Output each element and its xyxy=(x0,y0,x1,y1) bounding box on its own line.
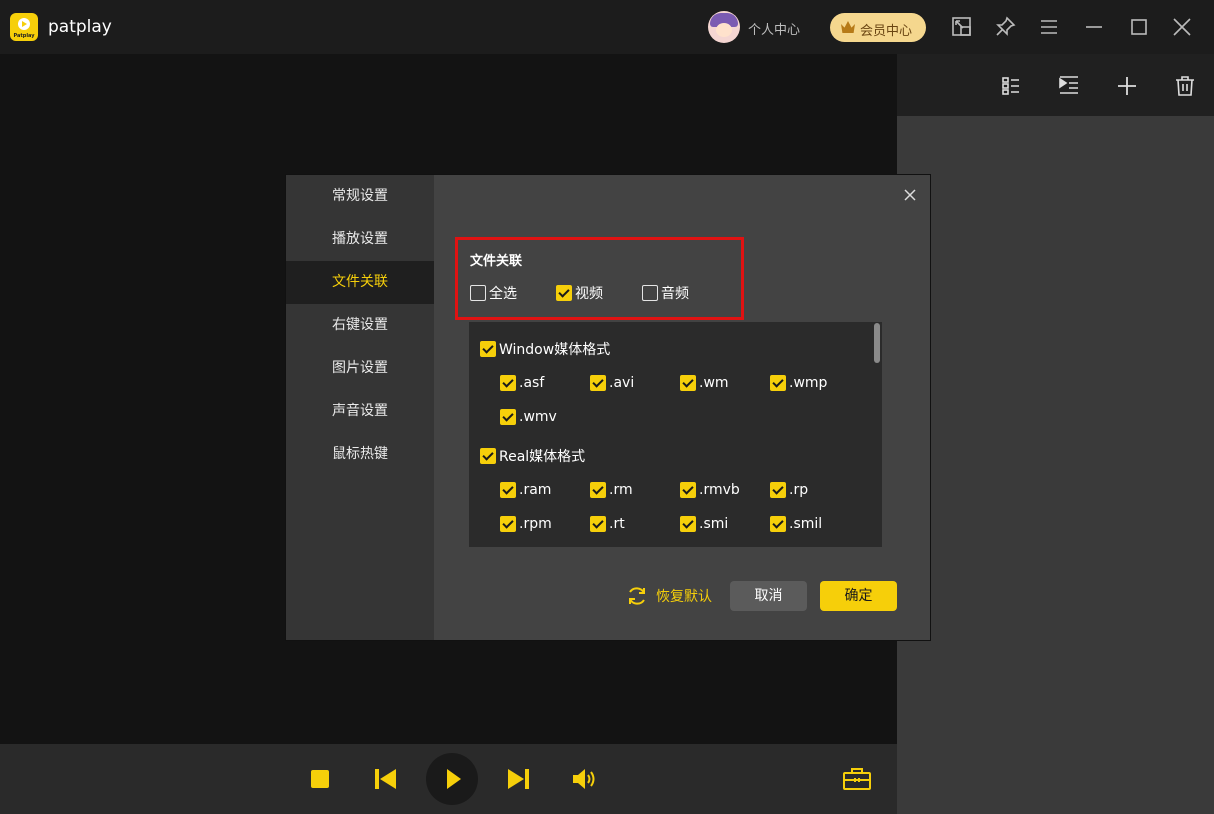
app-logo: Patplay xyxy=(10,13,38,41)
avatar[interactable] xyxy=(708,11,740,43)
previous-icon[interactable] xyxy=(375,769,396,789)
app-window: Patplay patplay 个人中心 会员中心 常规设置 播放设置 文件关联… xyxy=(0,0,1214,814)
audio-checkbox[interactable]: 音频 xyxy=(642,284,689,302)
group-label: Window媒体格式 xyxy=(499,342,611,358)
title-bar: Patplay patplay 个人中心 会员中心 xyxy=(0,0,1214,54)
format-checkbox[interactable]: .wmp xyxy=(770,374,827,392)
control-bar xyxy=(0,744,897,814)
add-icon[interactable] xyxy=(1115,74,1139,98)
format-checkbox[interactable]: .wmv xyxy=(500,408,557,426)
settings-nav: 常规设置 播放设置 文件关联 右键设置 图片设置 声音设置 鼠标热键 xyxy=(286,175,434,640)
playlist-toolbar xyxy=(897,54,1214,116)
checkbox-box xyxy=(642,285,658,301)
format-checkbox[interactable]: .wm xyxy=(680,374,729,392)
format-checkbox[interactable]: .rmvb xyxy=(680,481,740,499)
group-checkbox-real-media[interactable]: Real媒体格式 xyxy=(480,447,585,465)
format-label: .ram xyxy=(519,482,552,498)
checkbox-label: 音频 xyxy=(661,286,689,302)
mini-mode-icon[interactable] xyxy=(950,15,974,39)
list-view-icon[interactable] xyxy=(999,74,1023,98)
minimize-icon[interactable] xyxy=(1082,15,1106,39)
refresh-icon xyxy=(629,587,645,605)
user-center-link[interactable]: 个人中心 xyxy=(748,19,800,38)
play-order-icon[interactable] xyxy=(1057,74,1081,98)
restore-default-button[interactable]: 恢复默认 xyxy=(626,585,712,607)
format-checkbox[interactable]: .smil xyxy=(770,515,822,533)
delete-icon[interactable] xyxy=(1173,74,1197,98)
next-icon[interactable] xyxy=(508,769,529,789)
nav-item-context-menu[interactable]: 右键设置 xyxy=(286,304,434,347)
format-label: .wm xyxy=(699,375,729,391)
checkbox-label: 全选 xyxy=(489,286,517,302)
vip-center-button[interactable]: 会员中心 xyxy=(830,13,926,42)
format-checkbox[interactable]: .asf xyxy=(500,374,544,392)
play-icon xyxy=(447,769,461,789)
scrollbar[interactable] xyxy=(874,323,880,363)
checkbox-label: 视频 xyxy=(575,286,603,302)
format-list[interactable]: Window媒体格式 .asf .avi .wm .wmp .wmv Real媒… xyxy=(469,322,882,547)
volume-icon[interactable] xyxy=(573,768,597,790)
format-checkbox[interactable]: .rt xyxy=(590,515,625,533)
nav-item-audio[interactable]: 声音设置 xyxy=(286,390,434,433)
logo-sub-label: Patplay xyxy=(13,33,35,39)
restore-default-label: 恢复默认 xyxy=(656,589,712,605)
ok-button[interactable]: 确定 xyxy=(820,581,897,611)
vip-center-label: 会员中心 xyxy=(860,24,913,39)
format-checkbox[interactable]: .rpm xyxy=(500,515,552,533)
nav-item-hotkeys[interactable]: 鼠标热键 xyxy=(286,433,434,476)
playlist-panel xyxy=(897,54,1214,814)
format-checkbox[interactable]: .avi xyxy=(590,374,634,392)
format-label: .smi xyxy=(699,516,729,532)
format-checkbox[interactable]: .smi xyxy=(680,515,728,533)
nav-item-image[interactable]: 图片设置 xyxy=(286,347,434,390)
format-label: .rpm xyxy=(519,516,552,532)
nav-item-playback[interactable]: 播放设置 xyxy=(286,218,434,261)
cancel-button[interactable]: 取消 xyxy=(730,581,807,611)
format-checkbox[interactable]: .ram xyxy=(500,481,551,499)
toolbox-icon[interactable] xyxy=(843,768,871,790)
format-label: .wmp xyxy=(789,375,828,391)
settings-dialog: 常规设置 播放设置 文件关联 右键设置 图片设置 声音设置 鼠标热键 文件关联 … xyxy=(285,174,931,641)
select-all-checkbox[interactable]: 全选 xyxy=(470,284,517,302)
format-label: .smil xyxy=(789,516,823,532)
maximize-icon[interactable] xyxy=(1127,15,1151,39)
pin-icon[interactable] xyxy=(993,15,1017,39)
format-label: .asf xyxy=(519,375,545,391)
close-icon[interactable] xyxy=(1170,15,1194,39)
group-label: Real媒体格式 xyxy=(499,449,586,465)
format-label: .rp xyxy=(789,482,809,498)
crown-icon xyxy=(841,21,855,33)
nav-item-general[interactable]: 常规设置 xyxy=(286,175,434,218)
section-title: 文件关联 xyxy=(470,254,523,269)
group-checkbox-windows-media[interactable]: Window媒体格式 xyxy=(480,340,610,358)
app-title: patplay xyxy=(48,17,112,37)
checkbox-box xyxy=(470,285,486,301)
dialog-close-icon[interactable] xyxy=(902,187,918,203)
play-button[interactable] xyxy=(426,753,478,805)
checkbox-box xyxy=(556,285,572,301)
format-checkbox[interactable]: .rm xyxy=(590,481,633,499)
menu-icon[interactable] xyxy=(1037,15,1061,39)
nav-item-file-association[interactable]: 文件关联 xyxy=(286,261,434,304)
format-label: .rm xyxy=(609,482,633,498)
format-checkbox[interactable]: .rp xyxy=(770,481,808,499)
format-label: .rmvb xyxy=(699,482,740,498)
stop-icon[interactable] xyxy=(311,770,329,788)
video-checkbox[interactable]: 视频 xyxy=(556,284,603,302)
format-label: .wmv xyxy=(519,409,557,425)
format-label: .avi xyxy=(609,375,635,391)
format-label: .rt xyxy=(609,516,625,532)
